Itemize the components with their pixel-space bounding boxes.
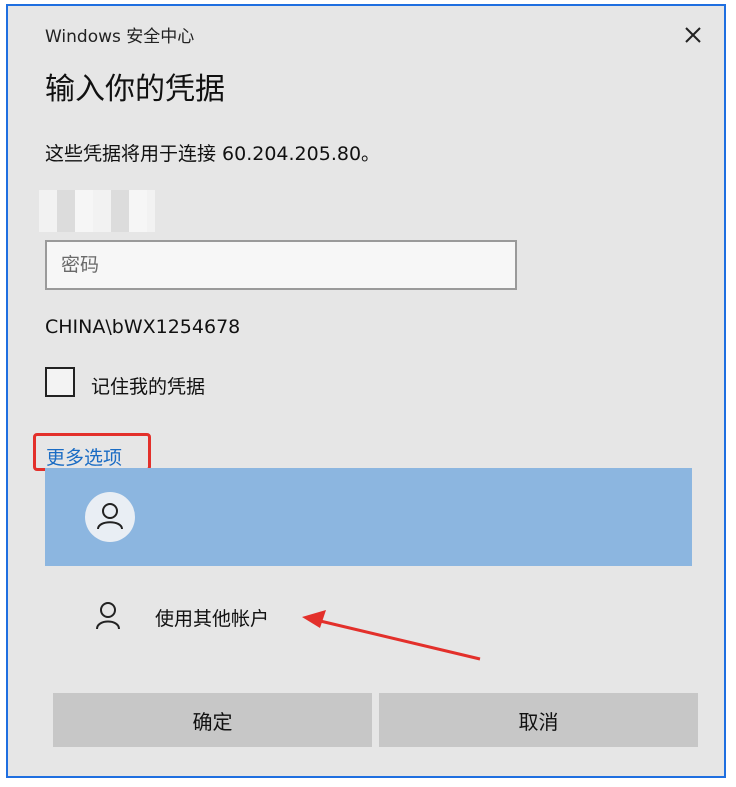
dialog-heading: 输入你的凭据 [45, 72, 225, 107]
remember-checkbox[interactable] [45, 367, 75, 397]
use-other-account-item[interactable]: 使用其他帐户 [45, 586, 692, 650]
more-options-link[interactable]: 更多选项 [46, 443, 122, 470]
selected-account-item[interactable] [45, 468, 692, 566]
user-icon [97, 503, 123, 530]
avatar [85, 492, 135, 542]
use-other-account-label: 使用其他帐户 [155, 608, 270, 630]
ok-button[interactable]: 确定 [53, 693, 372, 747]
blurred-username [39, 190, 155, 232]
domain-username: CHINA\bWX1254678 [45, 316, 241, 338]
connection-description: 这些凭据将用于连接 60.204.205.80。 [45, 143, 381, 165]
remember-label: 记住我的凭据 [91, 376, 206, 398]
cancel-button[interactable]: 取消 [379, 693, 698, 747]
password-field[interactable] [45, 240, 517, 290]
close-icon[interactable] [678, 20, 708, 50]
user-icon [95, 601, 121, 631]
credential-dialog: Windows 安全中心 输入你的凭据 这些凭据将用于连接 60.204.205… [6, 4, 726, 778]
window-title: Windows 安全中心 [45, 27, 195, 47]
